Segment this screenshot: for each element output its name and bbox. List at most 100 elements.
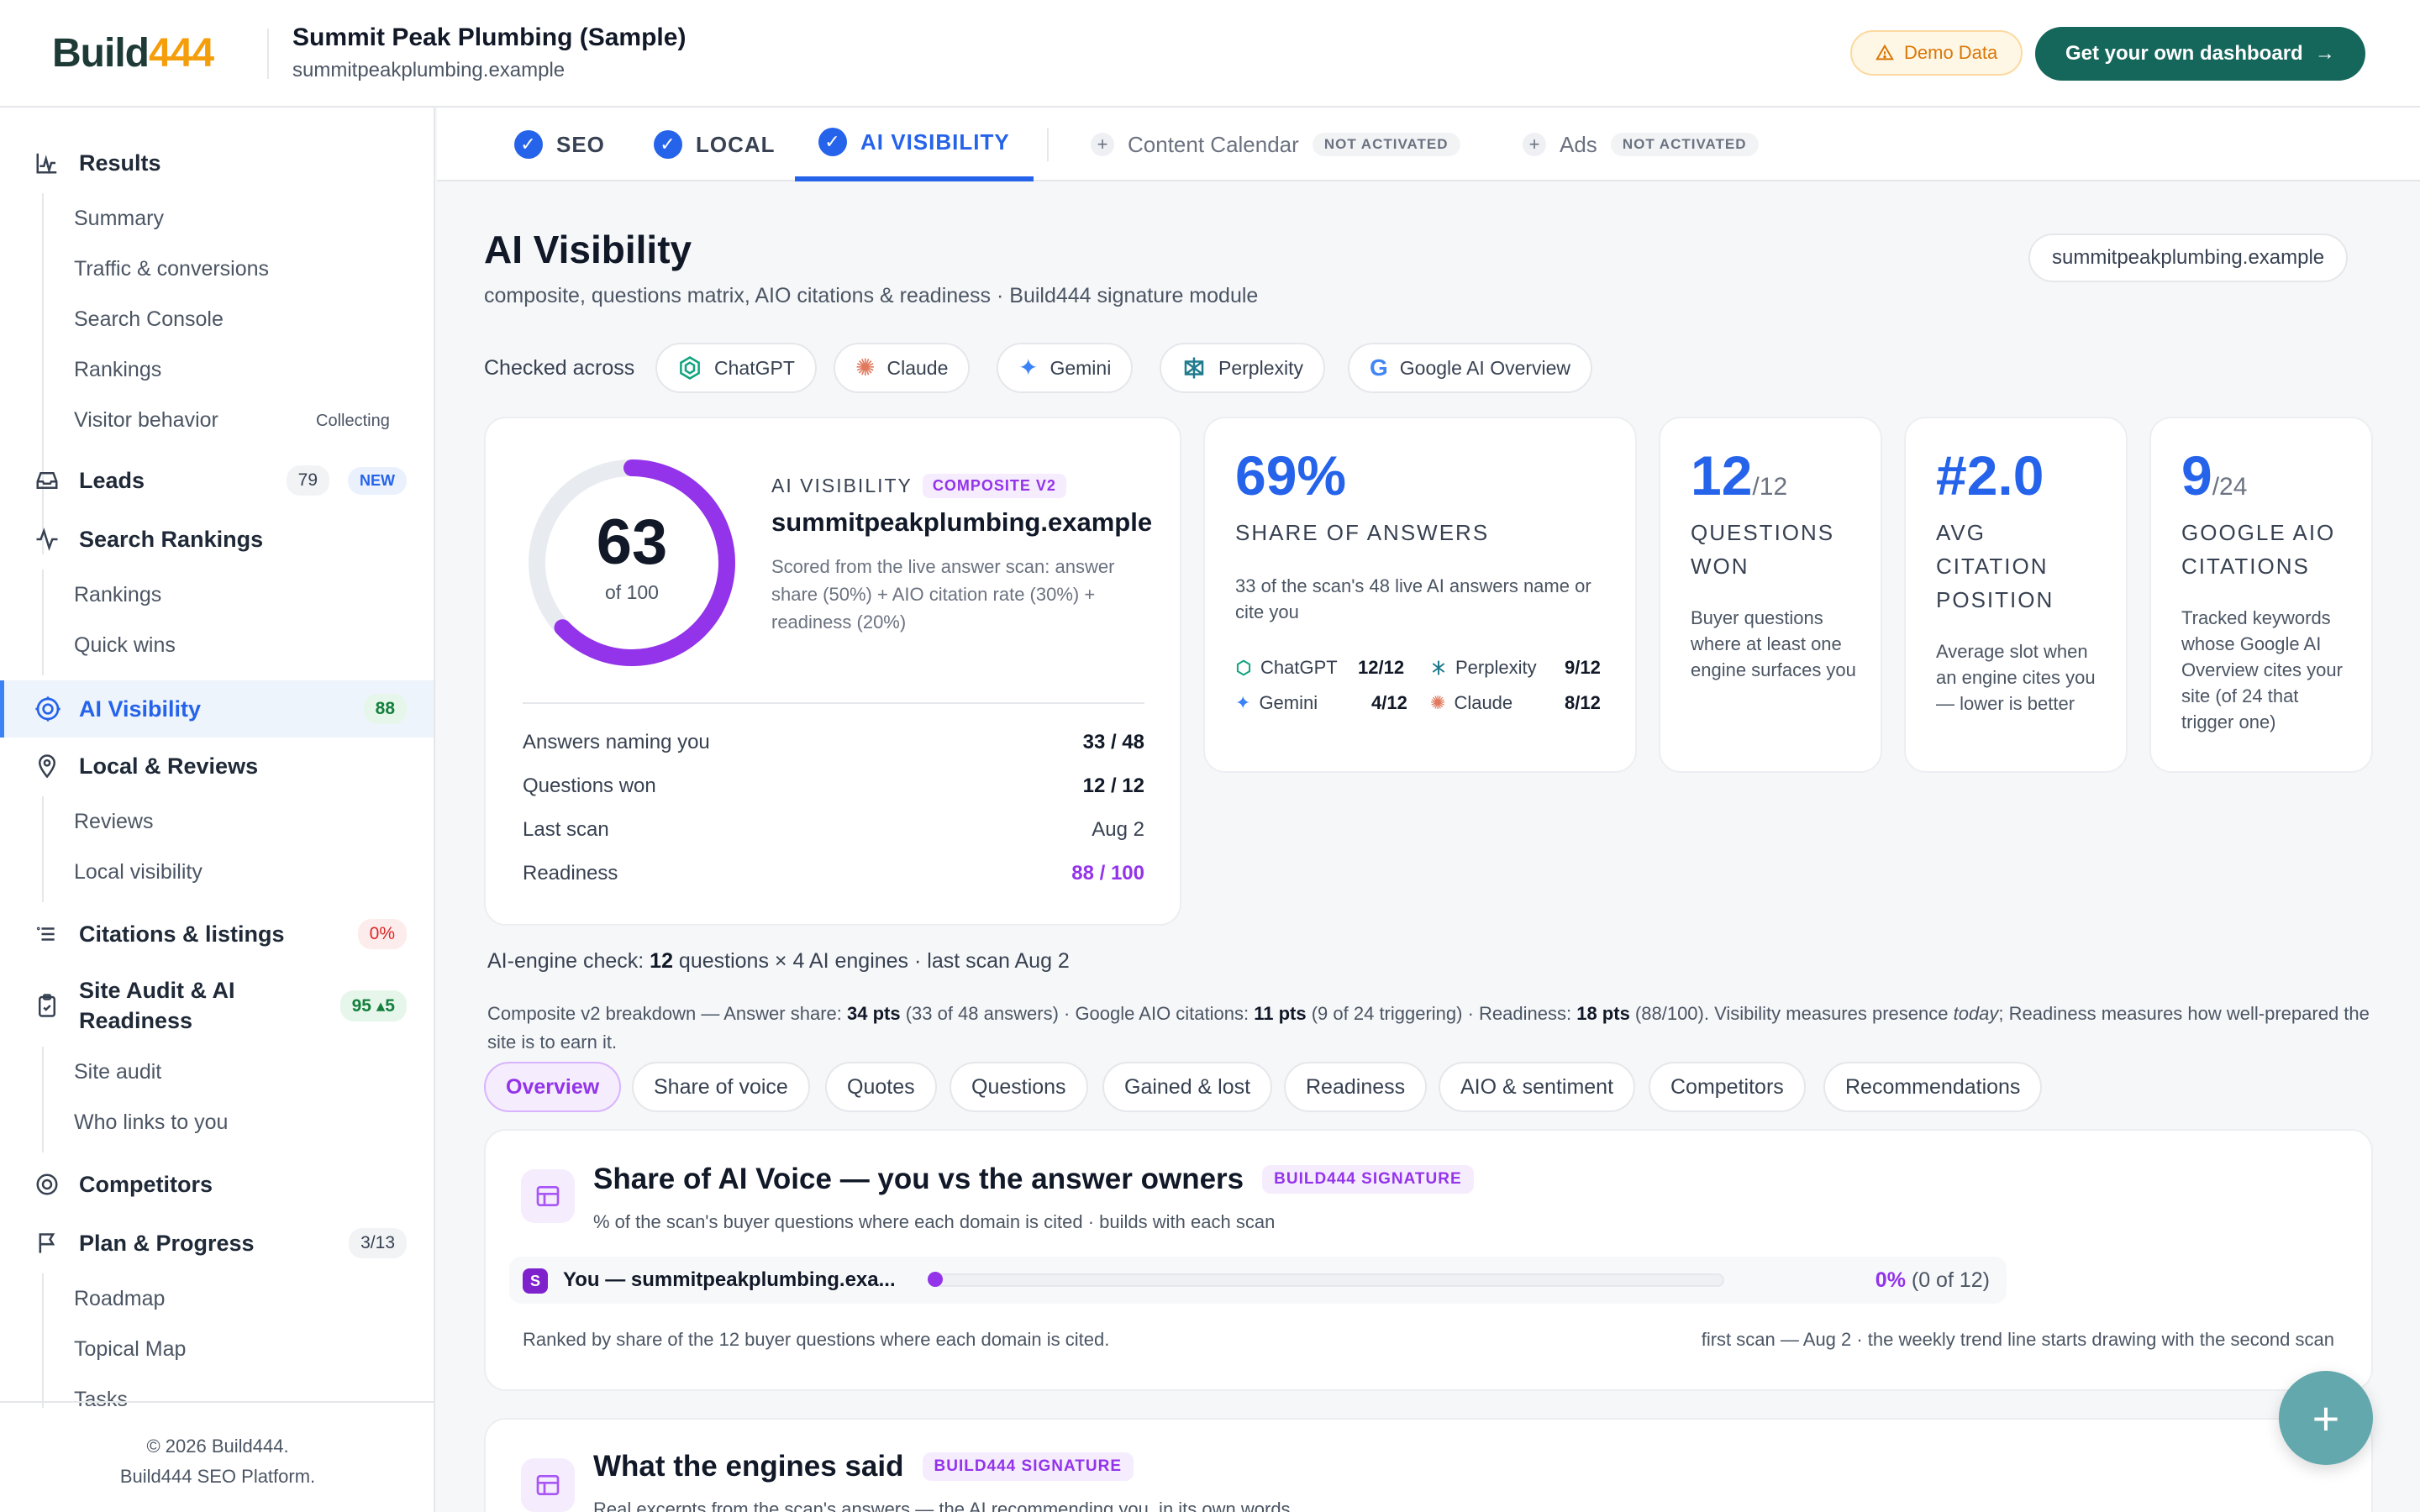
score-separator	[523, 702, 1144, 704]
tabs-divider	[1047, 128, 1049, 161]
sidebar-sub-local-visibility[interactable]: Local visibility	[74, 860, 203, 885]
sidebar-item-search-rankings[interactable]: Search Rankings	[0, 514, 434, 564]
sidebar-item-plan-progress[interactable]: Plan & Progress 3/13	[0, 1218, 434, 1268]
sidebar-item-local-reviews[interactable]: Local & Reviews	[0, 741, 434, 791]
stat-row: Answers naming you 33 / 48	[523, 731, 1144, 754]
sidebar-sub-summary[interactable]: Summary	[74, 207, 164, 231]
stat-key: Last scan	[523, 818, 609, 841]
bd-text: (9 of 24 triggering) · Readiness:	[1306, 1003, 1577, 1024]
engine-name: Claude	[1454, 692, 1513, 713]
subtab-quotes[interactable]: Quotes	[825, 1062, 937, 1112]
share-of-ai-voice-card: Share of AI Voice — you vs the answer ow…	[484, 1129, 2373, 1391]
sidebar-sub-who-links[interactable]: Who links to you	[74, 1110, 228, 1135]
citation-value: #2.0	[1936, 444, 2044, 507]
sub-rail	[42, 796, 44, 902]
sidebar-item-results[interactable]: Results	[0, 138, 434, 188]
stat-value: 33 / 48	[1082, 731, 1144, 753]
plus-icon: +	[2312, 1391, 2340, 1445]
chatgpt-icon	[1236, 659, 1251, 676]
stat-value: 88 / 100	[1071, 862, 1144, 885]
engine-pill-chatgpt: ChatGPT	[655, 343, 817, 393]
tab-content-calendar[interactable]: + Content Calendar NOT ACTIVATED	[1091, 108, 1460, 181]
activity-icon	[34, 526, 60, 553]
sidebar-label: Site Audit & AI Readiness	[79, 978, 235, 1033]
sidebar-sub-visitor-behavior[interactable]: Visitor behavior	[74, 408, 218, 433]
engines-said-card: What the engines said BUILD444 SIGNATURE…	[484, 1418, 2373, 1512]
engine-score-gemini: ✦ Gemini	[1235, 692, 1318, 714]
gemini-icon: ✦	[1235, 692, 1251, 713]
aio-total: /24	[2212, 473, 2248, 501]
perplexity-icon	[1432, 660, 1445, 675]
voice-row-you: S You — summitpeakplumbing.exa... 0% (0 …	[509, 1257, 2007, 1304]
sidebar-item-ai-visibility[interactable]: AI Visibility 88	[0, 680, 434, 738]
bd-text: (33 of 48 answers) · Google AIO citation…	[900, 1003, 1255, 1024]
sidebar-sub-site-audit[interactable]: Site audit	[74, 1060, 161, 1084]
subtab-aio-sentiment[interactable]: AIO & sentiment	[1439, 1062, 1636, 1112]
sidebar-item-leads[interactable]: Leads 79 NEW	[0, 455, 434, 506]
score-of: of 100	[605, 581, 659, 603]
engine-label: Perplexity	[1218, 356, 1303, 379]
voice-domain-label: You — summitpeakplumbing.exa...	[563, 1268, 896, 1291]
engine-score: 4/12	[1371, 692, 1407, 713]
citation-label: AVG CITATION POSITION	[1936, 520, 2054, 612]
chatgpt-icon	[680, 356, 700, 380]
sidebar-sub-rankings[interactable]: Rankings	[74, 358, 161, 382]
demo-badge-label: Demo Data	[1904, 42, 1998, 63]
voice-footnote-right: first scan — Aug 2 · the weekly trend li…	[1701, 1329, 2334, 1350]
voice-subtitle: % of the scan's buyer questions where ea…	[593, 1211, 1276, 1232]
subtab-gained-lost[interactable]: Gained & lost	[1102, 1062, 1273, 1112]
pulse-chart-icon	[34, 150, 60, 176]
tab-ads[interactable]: + Ads NOT ACTIVATED	[1523, 108, 1759, 181]
plan-count-badge: 3/13	[349, 1228, 407, 1258]
tab-ai-visibility[interactable]: ✓ AI VISIBILITY	[795, 108, 1034, 181]
tab-label: Content Calendar	[1128, 131, 1299, 157]
subtab-questions[interactable]: Questions	[950, 1062, 1088, 1112]
sidebar-sub-search-console[interactable]: Search Console	[74, 307, 224, 332]
subtab-recommendations[interactable]: Recommendations	[1823, 1062, 2043, 1112]
aio-label: GOOGLE AIO CITATIONS	[2181, 520, 2336, 579]
subtab-share-of-voice[interactable]: Share of voice	[632, 1062, 810, 1112]
engine-name: Perplexity	[1455, 657, 1537, 678]
stat-key: Readiness	[523, 862, 618, 885]
sidebar-sub-quick-wins[interactable]: Quick wins	[74, 633, 176, 658]
build444-logo[interactable]: Build444	[52, 30, 214, 76]
stat-row: Readiness 88 / 100	[523, 862, 1144, 885]
subtab-competitors[interactable]: Competitors	[1649, 1062, 1806, 1112]
sidebar: Results Summary Traffic & conversions Se…	[0, 108, 435, 1512]
tab-seo[interactable]: ✓ SEO	[514, 108, 605, 181]
aio-description: Tracked keywords whose Google AI Overvie…	[2181, 607, 2343, 732]
engine-check-line: AI-engine check: 12 questions × 4 AI eng…	[487, 949, 1070, 974]
subtab-overview[interactable]: Overview	[484, 1062, 622, 1112]
won-description: Buyer questions where at least one engin…	[1691, 607, 1856, 680]
engine-score: 8/12	[1565, 692, 1601, 713]
aio-number: 9	[2181, 444, 2212, 507]
citations-count-badge: 0%	[357, 919, 407, 949]
get-dashboard-button[interactable]: Get your own dashboard →	[2035, 27, 2365, 81]
inbox-icon	[34, 467, 60, 494]
tab-local[interactable]: ✓ LOCAL	[654, 108, 776, 181]
table-icon	[521, 1169, 575, 1223]
tab-label: SEO	[556, 131, 605, 157]
sidebar-label: AI Visibility	[79, 696, 202, 722]
engine-check-suffix: questions × 4 AI engines · last scan Aug…	[672, 949, 1070, 973]
sidebar-item-site-audit[interactable]: Site Audit & AI Readiness 95 ▴5	[0, 968, 434, 1043]
sub-rail	[42, 570, 44, 675]
sidebar-sub-reviews[interactable]: Reviews	[74, 810, 153, 834]
engine-pill-google-aio: G Google AI Overview	[1348, 343, 1593, 393]
said-title: What the engines said BUILD444 SIGNATURE	[593, 1450, 1134, 1483]
score-domain: summitpeakplumbing.example	[771, 507, 1153, 537]
sidebar-sub-roadmap[interactable]: Roadmap	[74, 1287, 165, 1311]
not-activated-badge: NOT ACTIVATED	[1610, 133, 1759, 156]
add-fab-button[interactable]: +	[2279, 1371, 2373, 1465]
sidebar-sub-traffic[interactable]: Traffic & conversions	[74, 257, 269, 281]
subtab-readiness[interactable]: Readiness	[1284, 1062, 1428, 1112]
sidebar-item-competitors[interactable]: Competitors	[0, 1159, 434, 1210]
cta-label: Get your own dashboard	[2065, 42, 2303, 65]
sub-rail	[42, 1047, 44, 1152]
sidebar-sub-rankings-2[interactable]: Rankings	[74, 583, 161, 607]
won-total: /12	[1752, 473, 1788, 501]
sidebar-item-citations[interactable]: Citations & listings 0%	[0, 909, 434, 959]
won-value: 12/12	[1691, 444, 1787, 507]
stat-key: Questions won	[523, 774, 656, 797]
sidebar-sub-topical-map[interactable]: Topical Map	[74, 1337, 186, 1362]
